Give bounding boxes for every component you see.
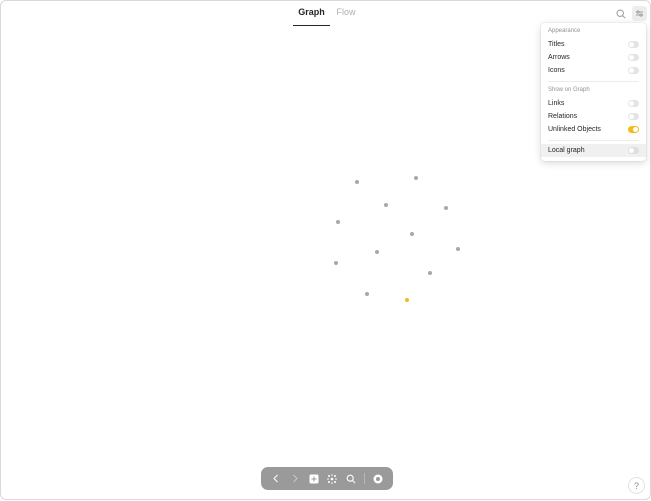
chevron-left-icon[interactable] bbox=[268, 471, 283, 486]
search-icon[interactable] bbox=[343, 471, 358, 486]
graph-node[interactable] bbox=[414, 176, 418, 180]
local-graph-toggle[interactable] bbox=[628, 147, 639, 154]
graph-icon[interactable] bbox=[324, 471, 339, 486]
setting-label: Links bbox=[548, 100, 565, 107]
section-title-appearance: Appearance bbox=[548, 28, 581, 34]
setting-label: Local graph bbox=[548, 147, 585, 154]
graph-node[interactable] bbox=[410, 232, 414, 236]
setting-label: Titles bbox=[548, 41, 565, 48]
graph-node[interactable] bbox=[334, 261, 338, 265]
setting-label: Arrows bbox=[548, 54, 570, 61]
bottom-toolbar bbox=[261, 467, 393, 490]
icons-toggle[interactable] bbox=[628, 67, 639, 74]
divider bbox=[548, 81, 639, 82]
graph-settings-popup: Appearance Titles Arrows Icons Show on G… bbox=[541, 23, 646, 161]
circle-menu-icon[interactable] bbox=[370, 471, 385, 486]
plus-square-icon[interactable] bbox=[306, 471, 321, 486]
graph-node[interactable] bbox=[384, 203, 388, 207]
graph-node-current[interactable] bbox=[405, 298, 409, 302]
arrows-toggle[interactable] bbox=[628, 54, 639, 61]
setting-unlinked-objects[interactable]: Unlinked Objects bbox=[541, 123, 646, 136]
section-title-show-on-graph: Show on Graph bbox=[548, 87, 590, 93]
setting-label: Unlinked Objects bbox=[548, 126, 601, 133]
graph-node[interactable] bbox=[456, 247, 460, 251]
setting-local-graph[interactable]: Local graph bbox=[541, 144, 646, 157]
setting-links[interactable]: Links bbox=[541, 97, 646, 110]
graph-node[interactable] bbox=[428, 271, 432, 275]
relations-toggle[interactable] bbox=[628, 113, 639, 120]
graph-node[interactable] bbox=[365, 292, 369, 296]
setting-arrows[interactable]: Arrows bbox=[541, 51, 646, 64]
divider bbox=[548, 140, 639, 141]
unlinked-objects-toggle[interactable] bbox=[628, 126, 639, 133]
help-button[interactable]: ? bbox=[628, 477, 645, 494]
graph-node[interactable] bbox=[355, 180, 359, 184]
graph-node[interactable] bbox=[444, 206, 448, 210]
setting-relations[interactable]: Relations bbox=[541, 110, 646, 123]
links-toggle[interactable] bbox=[628, 100, 639, 107]
graph-node[interactable] bbox=[336, 220, 340, 224]
graph-node[interactable] bbox=[375, 250, 379, 254]
setting-label: Relations bbox=[548, 113, 578, 120]
chevron-right-icon[interactable] bbox=[287, 471, 302, 486]
titles-toggle[interactable] bbox=[628, 41, 639, 48]
setting-label: Icons bbox=[548, 67, 565, 74]
setting-titles[interactable]: Titles bbox=[541, 38, 646, 51]
app-window: Graph Flow Appearance Titles Arrows Icon… bbox=[0, 0, 651, 500]
setting-icons[interactable]: Icons bbox=[541, 64, 646, 77]
toolbar-separator bbox=[364, 473, 365, 484]
